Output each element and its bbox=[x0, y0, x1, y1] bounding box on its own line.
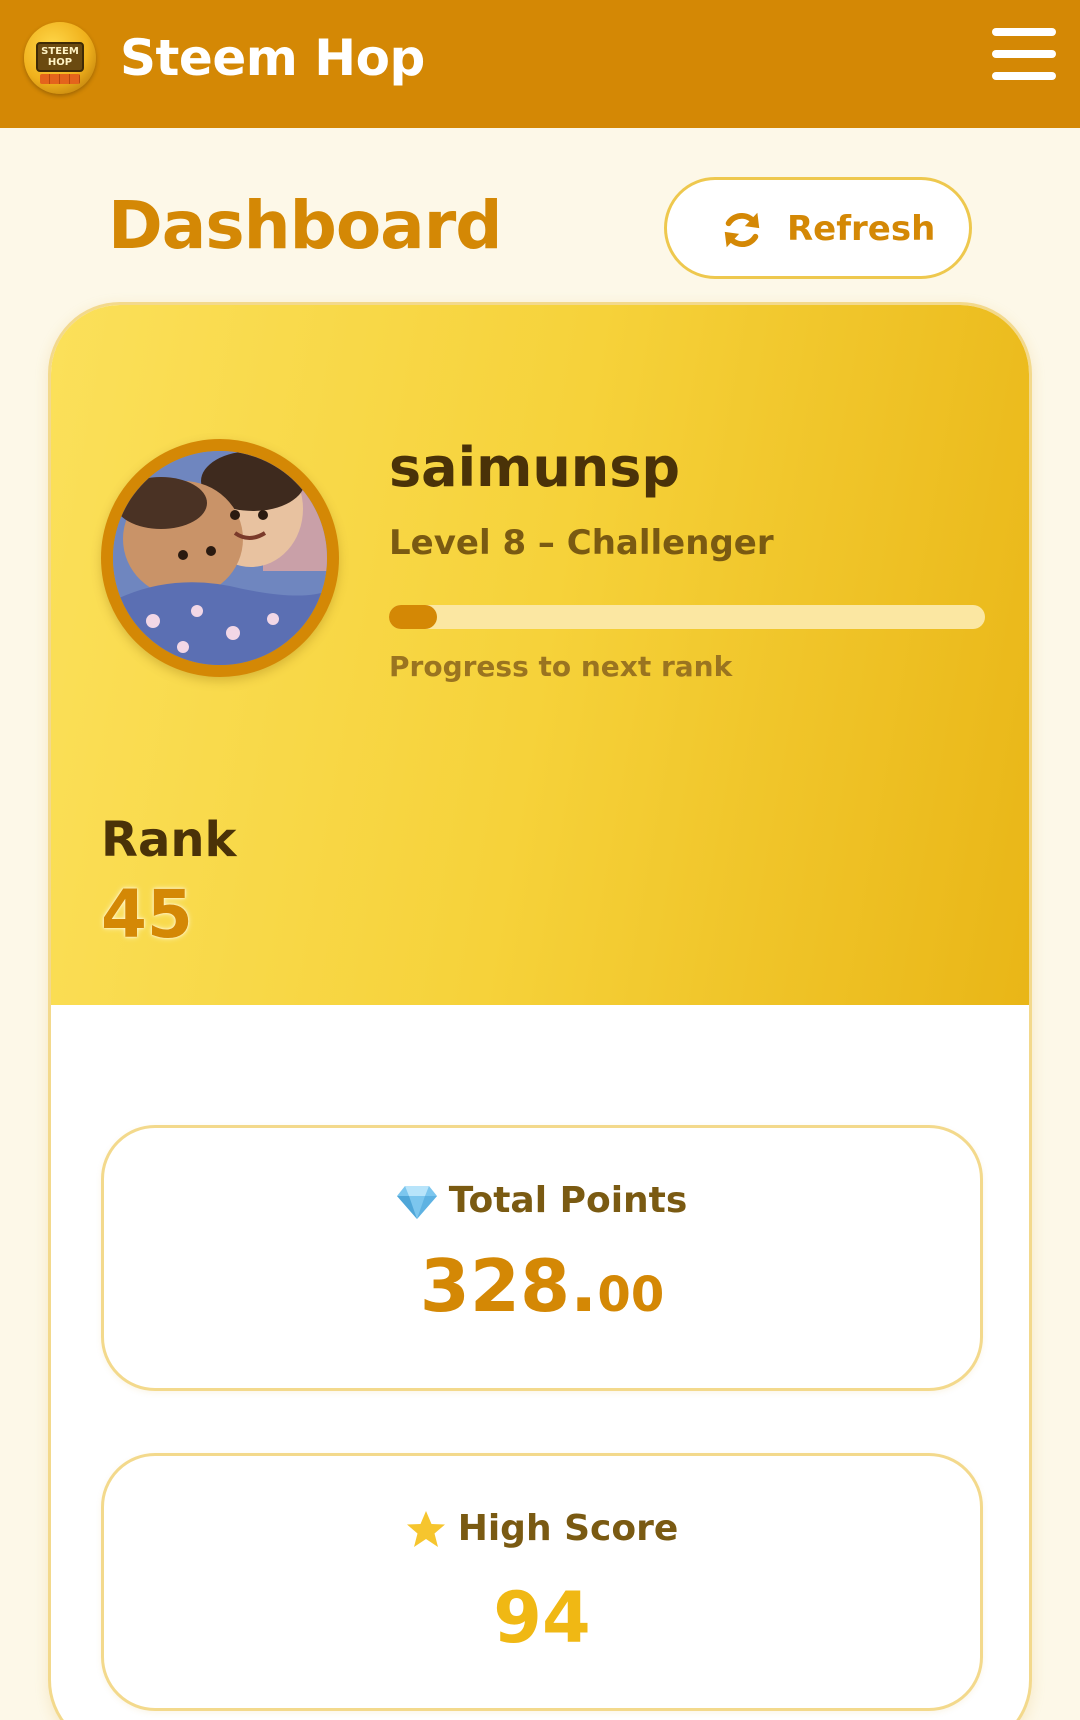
rank-progress-fill bbox=[389, 605, 437, 629]
logo-bricks bbox=[40, 74, 80, 84]
refresh-button[interactable]: Refresh bbox=[664, 177, 972, 279]
profile-hero: saimunsp Level 8 – Challenger Progress t… bbox=[51, 305, 1029, 1005]
rank-label: Rank bbox=[101, 812, 237, 868]
logo-text-line1: STEEM bbox=[41, 46, 79, 57]
username: saimunsp bbox=[389, 436, 681, 499]
app-logo[interactable]: STEEM HOP bbox=[24, 22, 96, 94]
logo-text-line2: HOP bbox=[47, 57, 73, 68]
rank-progress-bar bbox=[389, 605, 985, 629]
refresh-label: Refresh bbox=[787, 209, 936, 249]
high-score-value: 94 bbox=[493, 1577, 591, 1659]
total-points-decimal: 00 bbox=[597, 1267, 665, 1323]
menu-bar bbox=[992, 50, 1056, 58]
level-text: Level 8 – Challenger bbox=[389, 523, 774, 563]
high-score-label: High Score bbox=[457, 1508, 679, 1549]
avatar-photo bbox=[113, 451, 327, 665]
page-title: Dashboard bbox=[108, 187, 503, 264]
total-points-header: Total Points bbox=[104, 1178, 980, 1224]
high-score-card: High Score 94 bbox=[101, 1453, 983, 1711]
progress-caption: Progress to next rank bbox=[389, 650, 733, 683]
top-bar: STEEM HOP Steem Hop bbox=[0, 0, 1080, 128]
menu-bar bbox=[992, 72, 1056, 80]
high-score-header: High Score bbox=[104, 1506, 980, 1552]
hamburger-menu-icon[interactable] bbox=[992, 26, 1056, 84]
logo-plate: STEEM HOP bbox=[36, 42, 84, 72]
total-points-card: Total Points 328.00 bbox=[101, 1125, 983, 1391]
app-title[interactable]: Steem Hop bbox=[120, 28, 425, 88]
star-icon bbox=[406, 1511, 445, 1547]
rank-value: 45 bbox=[101, 876, 193, 953]
menu-bar bbox=[992, 28, 1056, 36]
total-points-value: 328.00 bbox=[104, 1246, 980, 1346]
refresh-icon bbox=[724, 212, 760, 248]
avatar[interactable] bbox=[101, 439, 339, 677]
diamond-icon bbox=[396, 1186, 437, 1219]
total-points-label: Total Points bbox=[448, 1180, 688, 1221]
total-points-integer: 328. bbox=[419, 1244, 598, 1328]
profile-card: saimunsp Level 8 – Challenger Progress t… bbox=[48, 302, 1032, 1720]
